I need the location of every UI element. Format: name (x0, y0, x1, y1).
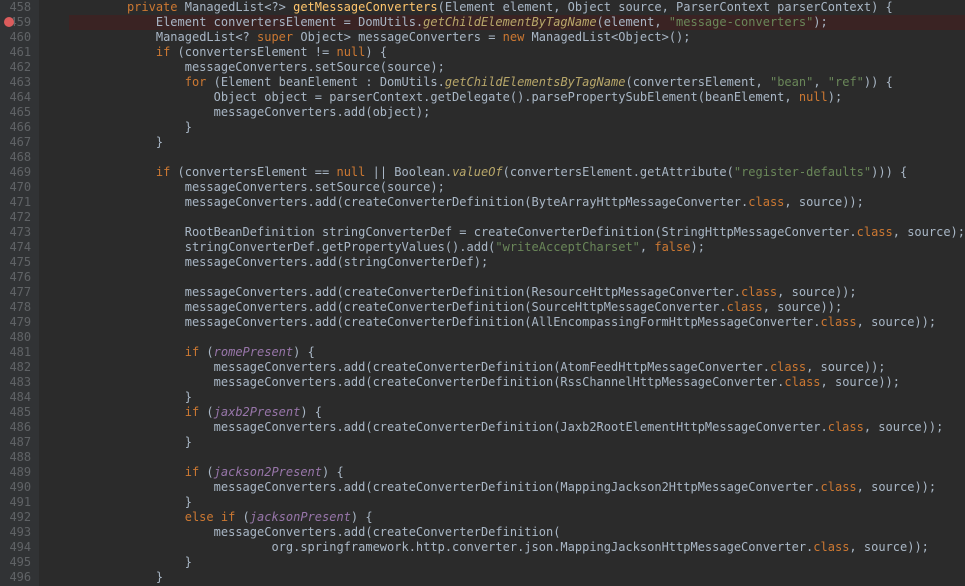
code-line[interactable]: } (69, 570, 965, 585)
code-line[interactable]: } (69, 120, 965, 135)
code-line[interactable]: if (convertersElement != null) { (69, 45, 965, 60)
line-number[interactable]: 482 (0, 360, 31, 375)
code-line[interactable]: } (69, 135, 965, 150)
code-line[interactable]: messageConverters.add(createConverterDef… (69, 195, 965, 210)
code-line[interactable]: if (jackson2Present) { (69, 465, 965, 480)
line-number[interactable]: 467 (0, 135, 31, 150)
code-line[interactable]: messageConverters.add(createConverterDef… (69, 315, 965, 330)
line-number[interactable]: 480 (0, 330, 31, 345)
code-line[interactable] (69, 150, 965, 165)
line-number[interactable]: 460 (0, 30, 31, 45)
code-line[interactable]: Object object = parserContext.getDelegat… (69, 90, 965, 105)
line-number[interactable]: 496 (0, 570, 31, 585)
code-line[interactable]: messageConverters.add(stringConverterDef… (69, 255, 965, 270)
code-line[interactable]: messageConverters.add(createConverterDef… (69, 300, 965, 315)
line-number[interactable]: 489 (0, 465, 31, 480)
code-line[interactable]: if (romePresent) { (69, 345, 965, 360)
line-number[interactable]: 491 (0, 495, 31, 510)
code-line[interactable]: messageConverters.setSource(source); (69, 60, 965, 75)
line-number[interactable]: 478 (0, 300, 31, 315)
line-number[interactable]: 481 (0, 345, 31, 360)
code-line[interactable]: messageConverters.add(createConverterDef… (69, 480, 965, 495)
code-line[interactable]: messageConverters.add(createConverterDef… (69, 525, 965, 540)
code-line[interactable]: RootBeanDefinition stringConverterDef = … (69, 225, 965, 240)
line-number[interactable]: 492 (0, 510, 31, 525)
code-line[interactable] (69, 330, 965, 345)
line-number[interactable]: 474 (0, 240, 31, 255)
line-number[interactable]: 475 (0, 255, 31, 270)
line-number[interactable]: 472 (0, 210, 31, 225)
code-line[interactable]: messageConverters.add(createConverterDef… (69, 360, 965, 375)
code-line[interactable]: } (69, 555, 965, 570)
line-number[interactable]: 462 (0, 60, 31, 75)
code-line[interactable]: messageConverters.add(object); (69, 105, 965, 120)
code-line[interactable]: else if (jacksonPresent) { (69, 510, 965, 525)
line-number[interactable]: 479 (0, 315, 31, 330)
code-line[interactable]: if (convertersElement == null || Boolean… (69, 165, 965, 180)
code-line[interactable]: messageConverters.add(createConverterDef… (69, 420, 965, 435)
line-number[interactable]: 463 (0, 75, 31, 90)
line-number[interactable]: 487 (0, 435, 31, 450)
line-number[interactable]: 469 (0, 165, 31, 180)
line-number[interactable]: 466 (0, 120, 31, 135)
line-number[interactable]: 490 (0, 480, 31, 495)
code-line[interactable]: } (69, 435, 965, 450)
code-line[interactable]: org.springframework.http.converter.json.… (69, 540, 965, 555)
breakpoint-marker[interactable] (4, 17, 14, 27)
line-number[interactable]: 464 (0, 90, 31, 105)
line-number[interactable]: 471 (0, 195, 31, 210)
line-number[interactable]: 484 (0, 390, 31, 405)
line-number[interactable]: 477 (0, 285, 31, 300)
code-line[interactable]: } (69, 390, 965, 405)
code-line[interactable] (69, 270, 965, 285)
code-line[interactable]: Element convertersElement = DomUtils.get… (69, 15, 965, 30)
code-line[interactable]: messageConverters.add(createConverterDef… (69, 375, 965, 390)
code-line[interactable]: if (jaxb2Present) { (69, 405, 965, 420)
code-editor-area[interactable]: private ManagedList<?> getMessageConvert… (39, 0, 965, 586)
line-number[interactable]: 470 (0, 180, 31, 195)
code-line[interactable] (69, 450, 965, 465)
line-number-gutter[interactable]: 4584594604614624634644654664674684694704… (0, 0, 39, 586)
line-number[interactable]: 458 (0, 0, 31, 15)
line-number[interactable]: 476 (0, 270, 31, 285)
line-number[interactable]: 483 (0, 375, 31, 390)
line-number[interactable]: 468 (0, 150, 31, 165)
code-line[interactable]: private ManagedList<?> getMessageConvert… (69, 0, 965, 15)
code-line[interactable]: messageConverters.setSource(source); (69, 180, 965, 195)
code-line[interactable]: ManagedList<? super Object> messageConve… (69, 30, 965, 45)
line-number[interactable]: 486 (0, 420, 31, 435)
line-number[interactable]: 493 (0, 525, 31, 540)
line-number[interactable]: 494 (0, 540, 31, 555)
code-line[interactable]: } (69, 495, 965, 510)
code-line[interactable]: for (Element beanElement : DomUtils.getC… (69, 75, 965, 90)
line-number[interactable]: 461 (0, 45, 31, 60)
code-line[interactable]: stringConverterDef.getPropertyValues().a… (69, 240, 965, 255)
code-line[interactable]: messageConverters.add(createConverterDef… (69, 285, 965, 300)
line-number[interactable]: 488 (0, 450, 31, 465)
line-number[interactable]: 465 (0, 105, 31, 120)
line-number[interactable]: 495 (0, 555, 31, 570)
line-number[interactable]: 473 (0, 225, 31, 240)
line-number[interactable]: 485 (0, 405, 31, 420)
code-line[interactable] (69, 210, 965, 225)
